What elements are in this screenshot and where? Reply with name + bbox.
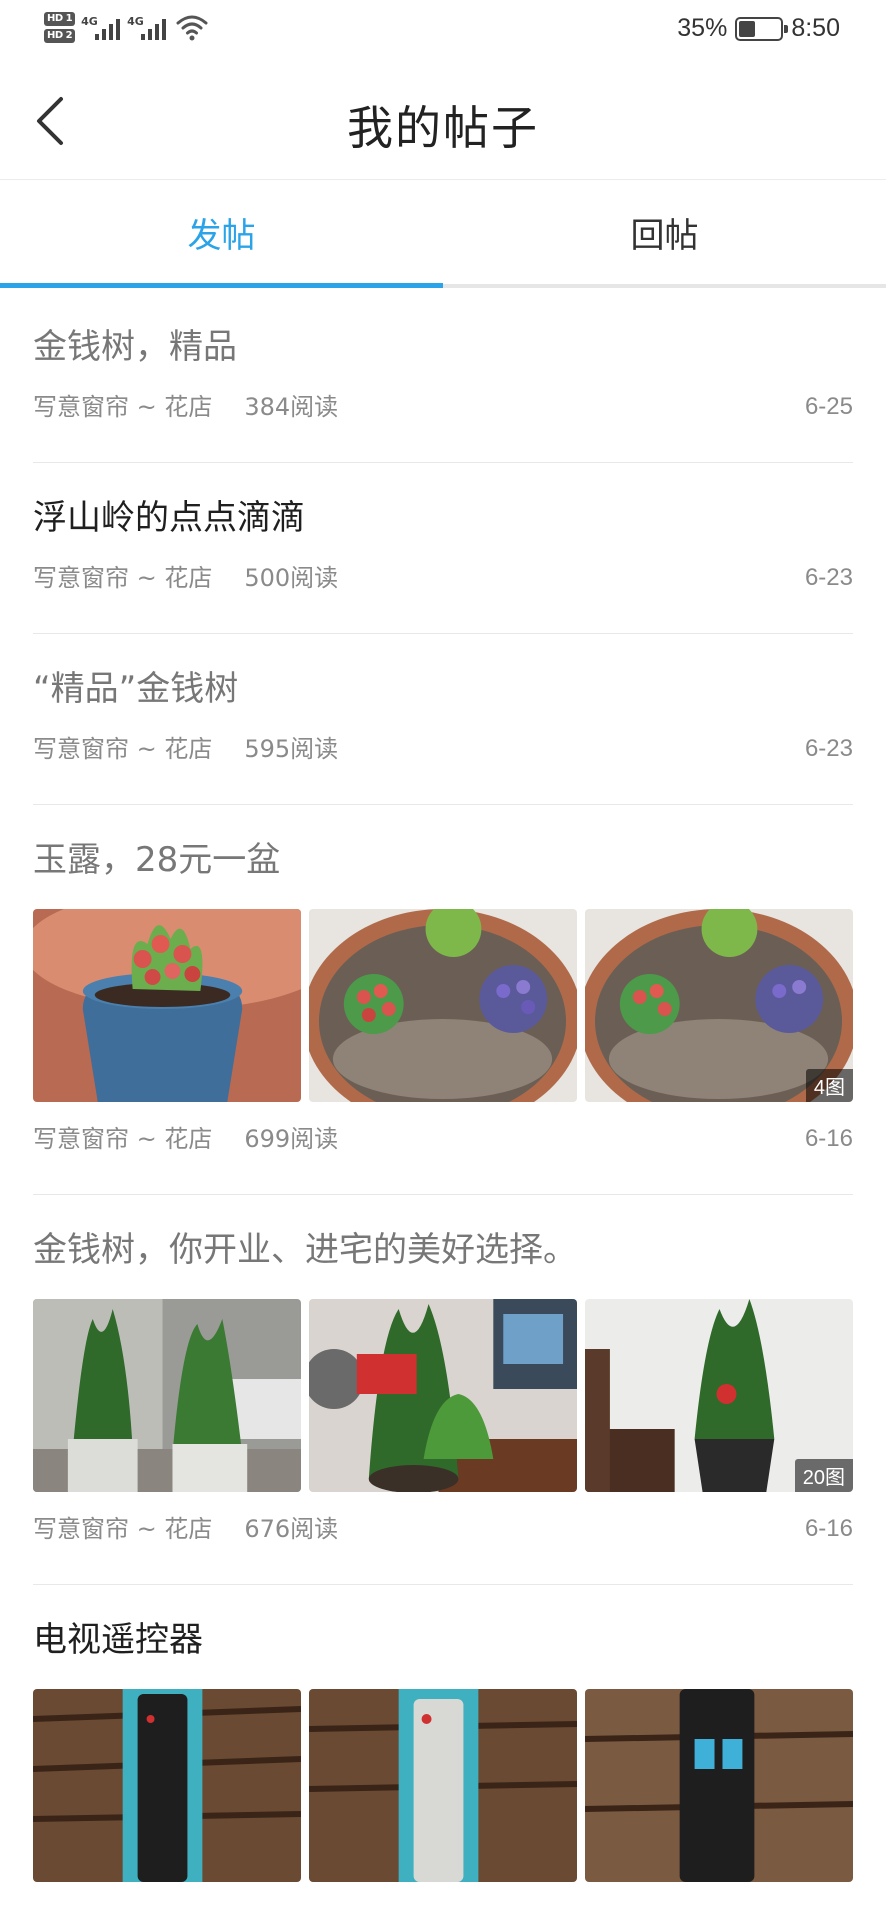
app-header: 我的帖子 <box>0 62 886 180</box>
status-bar: HD 1 HD 2 4G 4G 35% 8:50 <box>0 0 886 62</box>
hd-indicators: HD 1 HD 2 <box>44 12 76 43</box>
post-image[interactable] <box>585 1689 853 1882</box>
post-reads: 500阅读 <box>244 564 339 592</box>
post-item[interactable]: 金钱树，精品 写意窗帘 ~ 花店 384阅读 6-25 <box>33 292 853 463</box>
post-image[interactable] <box>309 1689 577 1882</box>
post-item[interactable]: 金钱树，你开业、进宅的美好选择。 20图 写意窗帘 ~ 花店 676阅读 6-1… <box>33 1195 853 1585</box>
signal-icon-1: 4G <box>81 10 121 44</box>
post-reads: 699阅读 <box>244 1125 339 1153</box>
post-reads: 676阅读 <box>244 1515 339 1543</box>
battery-icon <box>735 16 789 41</box>
post-author: 写意窗帘 ~ 花店 <box>33 393 213 421</box>
hd1-badge: HD 1 <box>44 12 76 26</box>
post-image[interactable] <box>309 909 577 1102</box>
post-image[interactable] <box>33 1689 301 1882</box>
post-title: 玉露，28元一盆 <box>33 840 281 880</box>
battery-percent: 35% <box>677 14 728 42</box>
post-date: 6-23 <box>804 564 853 591</box>
post-author: 写意窗帘 ~ 花店 <box>33 564 213 592</box>
post-thumbnails: 4图 <box>33 909 853 1102</box>
wifi-icon <box>176 15 208 41</box>
post-item[interactable]: 玉露，28元一盆 4图 写意窗帘 ~ 花店 699阅读 6-16 <box>33 805 853 1195</box>
tab-replies[interactable]: 回帖 <box>443 180 886 284</box>
post-item[interactable]: “精品”金钱树 写意窗帘 ~ 花店 595阅读 6-23 <box>33 634 853 805</box>
page-title: 我的帖子 <box>347 101 539 155</box>
post-image[interactable]: 4图 <box>585 909 853 1102</box>
post-image[interactable] <box>33 909 301 1102</box>
post-title: 金钱树，精品 <box>33 327 237 367</box>
post-list: 金钱树，精品 写意窗帘 ~ 花店 384阅读 6-25 浮山岭的点点滴滴 写意窗… <box>0 292 886 1882</box>
tab-bar: 发帖 回帖 <box>0 180 886 288</box>
image-count-badge: 4图 <box>805 1069 853 1102</box>
post-title: 电视遥控器 <box>33 1620 203 1660</box>
post-meta: 写意窗帘 ~ 花店 676阅读 6-16 <box>33 1492 853 1584</box>
post-item[interactable]: 浮山岭的点点滴滴 写意窗帘 ~ 花店 500阅读 6-23 <box>33 463 853 634</box>
post-date: 6-25 <box>804 393 853 420</box>
post-title: “精品”金钱树 <box>33 669 239 709</box>
post-date: 6-16 <box>804 1515 853 1542</box>
post-title: 金钱树，你开业、进宅的美好选择。 <box>33 1230 577 1270</box>
post-item[interactable]: 电视遥控器 <box>33 1585 853 1882</box>
image-count-badge: 20图 <box>794 1459 853 1492</box>
post-date: 6-16 <box>804 1125 853 1152</box>
post-meta: 写意窗帘 ~ 花店 595阅读 6-23 <box>33 712 853 804</box>
post-author: 写意窗帘 ~ 花店 <box>33 735 213 763</box>
clock: 8:50 <box>791 14 840 42</box>
post-thumbnails <box>33 1689 853 1882</box>
post-meta: 写意窗帘 ~ 花店 500阅读 6-23 <box>33 541 853 633</box>
post-image[interactable]: 20图 <box>585 1299 853 1492</box>
post-author: 写意窗帘 ~ 花店 <box>33 1125 213 1153</box>
post-reads: 384阅读 <box>244 393 339 421</box>
post-image[interactable] <box>33 1299 301 1492</box>
post-author: 写意窗帘 ~ 花店 <box>33 1515 213 1543</box>
battery-fill <box>739 20 755 37</box>
post-reads: 595阅读 <box>244 735 339 763</box>
post-meta: 写意窗帘 ~ 花店 384阅读 6-25 <box>33 370 853 462</box>
post-meta: 写意窗帘 ~ 花店 699阅读 6-16 <box>33 1102 853 1194</box>
post-title: 浮山岭的点点滴滴 <box>33 498 305 538</box>
tab-posts[interactable]: 发帖 <box>0 180 443 288</box>
status-left: HD 1 HD 2 4G 4G <box>44 10 209 44</box>
hd2-badge: HD 2 <box>44 29 76 43</box>
signal-icon-2: 4G <box>127 10 167 44</box>
post-image[interactable] <box>309 1299 577 1492</box>
post-date: 6-23 <box>804 735 853 762</box>
post-thumbnails: 20图 <box>33 1299 853 1492</box>
status-right: 35% 8:50 <box>677 14 840 43</box>
